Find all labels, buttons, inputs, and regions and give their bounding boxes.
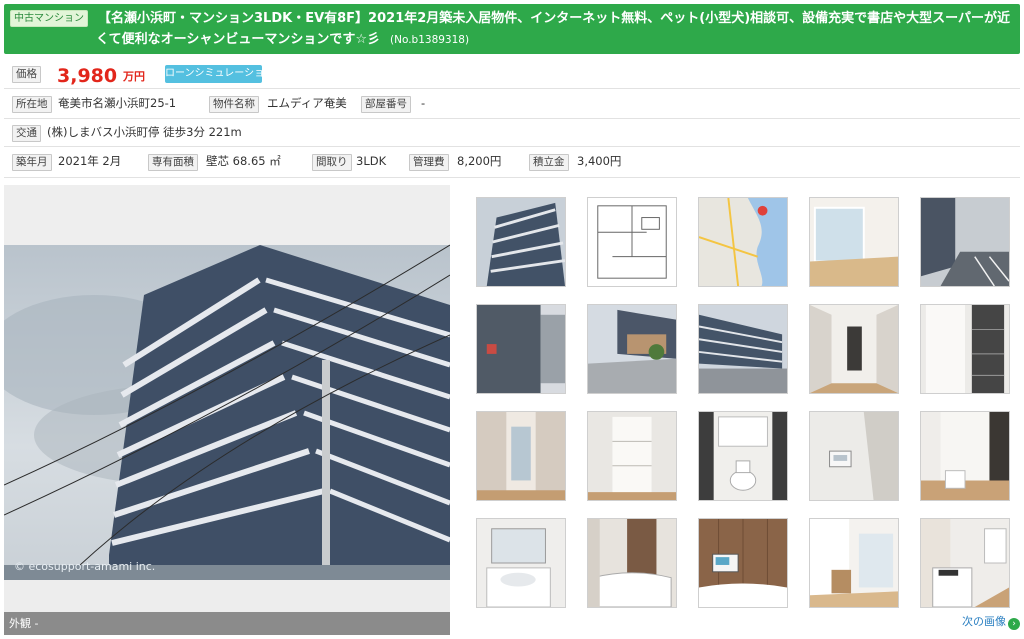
thumb-dining[interactable] [809,518,899,608]
thumb-map-image [699,198,787,286]
layout-label: 間取り [312,154,352,171]
thumb-intercom-image [810,412,898,500]
location-row: 所在地 奄美市名瀬小浜町25-1 物件名称 エムディア奄美 部屋番号 - [4,89,1020,119]
thumb-washbasin-image [477,519,565,607]
thumb-toilet-image [699,412,787,500]
thumb-room-door[interactable] [476,411,566,501]
thumb-bath-panel-image [699,519,787,607]
thumb-map[interactable] [698,197,788,287]
thumb-entrance-image [477,305,565,393]
property-name-value: エムディア奄美 [267,96,347,110]
transport-row: 交通 (株)しまバス小浜町停 徒歩3分 221m [4,119,1020,147]
thumb-building-front-image [588,305,676,393]
thumb-parking[interactable] [920,197,1010,287]
price-row: 価格 3,980 万円 ローンシミュレーション [4,58,1020,89]
management-fee-label: 管理費 [409,154,449,171]
management-fee-value: 8,200円 [457,154,502,168]
thumb-building-front[interactable] [587,304,677,394]
thumb-room-door-image [477,412,565,500]
price-value: 3,980 [57,65,118,87]
listing-title-text: 【名瀬小浜町・マンション3LDK・EV有8F】2021年2月築未入居物件、インタ… [96,11,1011,47]
address-label: 所在地 [12,96,52,113]
main-photo: © ecosupport-amami inc. [4,185,450,635]
room-number-value: - [421,96,426,110]
reserve-fund-label: 積立金 [529,154,569,171]
thumb-intercom[interactable] [809,411,899,501]
transport-label: 交通 [12,125,41,142]
built-date-label: 築年月 [12,154,52,171]
next-image-label: 次の画像 [962,615,1006,628]
thumb-building-side[interactable] [698,304,788,394]
layout-value: 3LDK [356,154,387,168]
thumb-dining-image [810,519,898,607]
listing-header: 中古マンション 【名瀬小浜町・マンション3LDK・EV有8F】2021年2月築未… [4,4,1020,54]
loan-simulation-button[interactable]: ローンシミュレーション [165,65,274,83]
arrow-right-circle-icon: › [1008,618,1020,630]
thumb-storage-image [588,412,676,500]
thumb-hallway[interactable] [809,304,899,394]
floor-area-label: 専有面積 [148,154,198,171]
property-name-label: 物件名称 [209,96,259,113]
price-unit: 万円 [123,70,145,83]
transport-value: (株)しまバス小浜町停 徒歩3分 221m [47,125,242,139]
address-value: 奄美市名瀬小浜町25-1 [58,96,177,110]
thumb-floor-plan[interactable] [587,197,677,287]
thumb-parking-image [921,198,1009,286]
thumb-hallway-image [810,305,898,393]
thumb-exterior[interactable] [476,197,566,287]
room-number-label: 部屋番号 [361,96,411,113]
property-number: (No.b1389318) [390,34,470,46]
price-label: 価格 [12,66,41,83]
next-image-link[interactable]: 次の画像 › [962,614,1020,630]
thumb-building-side-image [699,305,787,393]
thumb-bathroom[interactable] [587,518,677,608]
built-date-value: 2021年 2月 [58,154,122,168]
specs-row: 築年月 2021年 2月 専有面積 壁芯 68.65 ㎡ 間取り 3LDK 管理… [4,147,1020,178]
property-type-badge: 中古マンション [10,10,88,27]
thumb-kitchen[interactable] [920,518,1010,608]
thumb-closet-image [921,305,1009,393]
photo-caption: 外観 - [4,612,450,635]
thumb-washbasin[interactable] [476,518,566,608]
thumb-floor-plan-image [588,198,676,286]
thumb-closet[interactable] [920,304,1010,394]
reserve-fund-value: 3,400円 [577,154,622,168]
floor-area-value: 壁芯 68.65 ㎡ [206,154,281,168]
building-exterior-image: © ecosupport-amami inc. [4,185,450,635]
thumb-room-corner-image [921,412,1009,500]
thumb-living-room-image [810,198,898,286]
thumb-storage[interactable] [587,411,677,501]
thumb-bathroom-image [588,519,676,607]
photo-watermark: © ecosupport-amami inc. [14,560,155,573]
thumb-room-corner[interactable] [920,411,1010,501]
thumb-bath-panel[interactable] [698,518,788,608]
thumb-toilet[interactable] [698,411,788,501]
listing-title: 【名瀬小浜町・マンション3LDK・EV有8F】2021年2月築未入居物件、インタ… [96,8,1014,51]
thumb-entrance[interactable] [476,304,566,394]
thumb-exterior-image [477,198,565,286]
thumb-living-room[interactable] [809,197,899,287]
thumb-kitchen-image [921,519,1009,607]
